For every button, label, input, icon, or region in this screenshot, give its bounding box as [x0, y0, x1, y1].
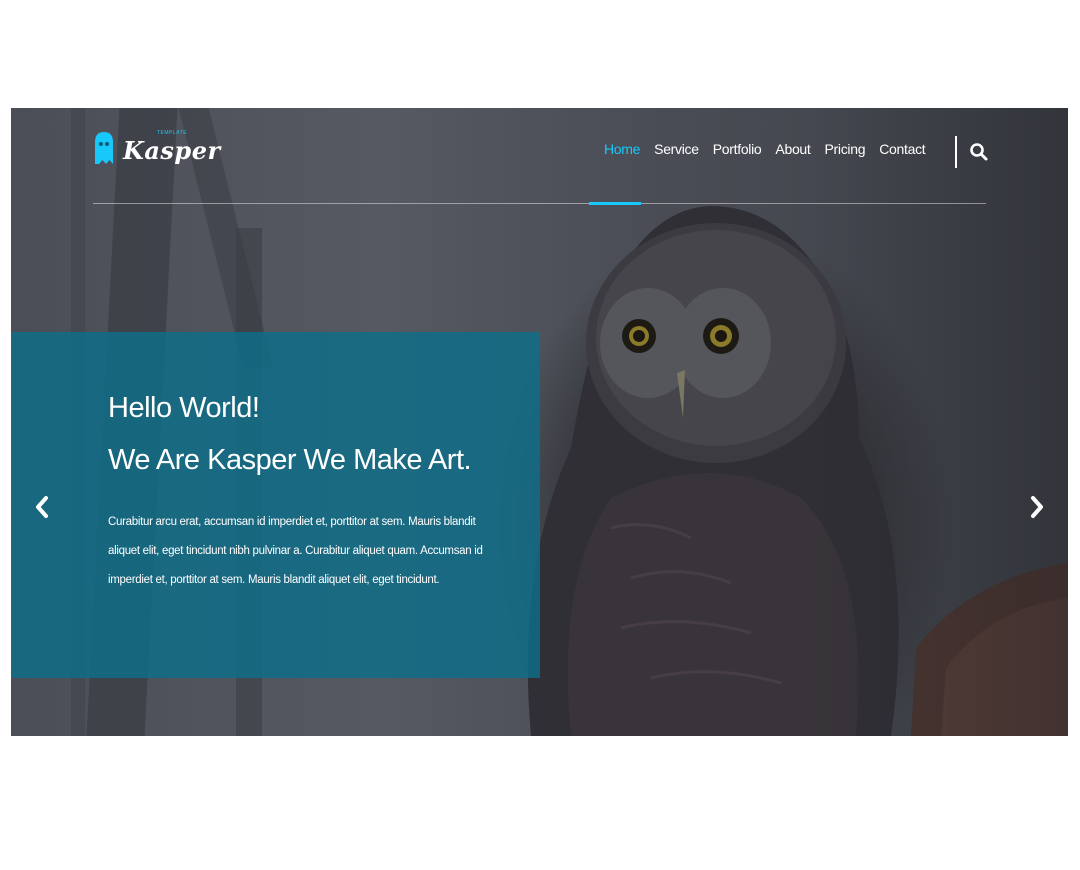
ghost-logo-icon [95, 132, 113, 164]
nav-active-indicator [589, 202, 641, 205]
chevron-right-icon[interactable] [1024, 490, 1050, 524]
slide-heading-line1: Hello World! [108, 392, 260, 424]
chevron-left-icon[interactable] [29, 490, 55, 524]
main-nav: Home Service Portfolio About Pricing Con… [597, 141, 932, 157]
nav-item-about[interactable]: About [768, 141, 817, 157]
nav-item-pricing[interactable]: Pricing [818, 141, 873, 157]
nav-underline [93, 203, 986, 204]
navbar: Kasper TEMPLATE Home Service Portfolio A… [11, 108, 1068, 208]
nav-item-portfolio[interactable]: Portfolio [706, 141, 769, 157]
logo-tagline: TEMPLATE [157, 130, 188, 136]
slide-heading-line2: We Are Kasper We Make Art. [108, 444, 472, 476]
hero-slider: Kasper TEMPLATE Home Service Portfolio A… [11, 108, 1068, 736]
slide-caption: Hello World! We Are Kasper We Make Art. … [11, 332, 540, 678]
nav-divider [955, 136, 957, 168]
search-icon[interactable] [969, 142, 989, 162]
nav-item-contact[interactable]: Contact [872, 141, 932, 157]
logo[interactable]: Kasper TEMPLATE [93, 128, 221, 168]
nav-item-home[interactable]: Home [597, 141, 647, 157]
nav-item-service[interactable]: Service [647, 141, 706, 157]
logo-text: Kasper [123, 135, 221, 165]
slide-description: Curabitur arcu erat, accumsan id imperdi… [108, 516, 483, 586]
